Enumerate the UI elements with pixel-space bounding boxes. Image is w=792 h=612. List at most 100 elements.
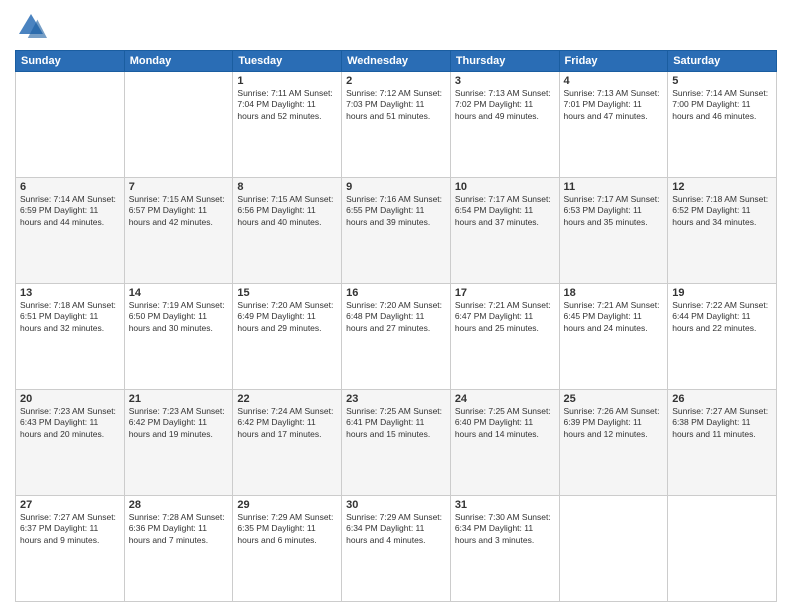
calendar-cell: 8Sunrise: 7:15 AM Sunset: 6:56 PM Daylig…	[233, 178, 342, 284]
cell-info: Sunrise: 7:15 AM Sunset: 6:56 PM Dayligh…	[237, 194, 337, 228]
cell-info: Sunrise: 7:26 AM Sunset: 6:39 PM Dayligh…	[564, 406, 664, 440]
calendar-cell: 22Sunrise: 7:24 AM Sunset: 6:42 PM Dayli…	[233, 390, 342, 496]
calendar-cell: 31Sunrise: 7:30 AM Sunset: 6:34 PM Dayli…	[450, 496, 559, 602]
calendar-week-row: 20Sunrise: 7:23 AM Sunset: 6:43 PM Dayli…	[16, 390, 777, 496]
day-number: 2	[346, 75, 446, 87]
day-number: 29	[237, 499, 337, 511]
cell-info: Sunrise: 7:11 AM Sunset: 7:04 PM Dayligh…	[237, 88, 337, 122]
calendar-cell: 13Sunrise: 7:18 AM Sunset: 6:51 PM Dayli…	[16, 284, 125, 390]
calendar-cell: 19Sunrise: 7:22 AM Sunset: 6:44 PM Dayli…	[668, 284, 777, 390]
day-number: 8	[237, 181, 337, 193]
day-number: 26	[672, 393, 772, 405]
calendar-day-header: Tuesday	[233, 51, 342, 72]
cell-info: Sunrise: 7:20 AM Sunset: 6:49 PM Dayligh…	[237, 300, 337, 334]
day-number: 31	[455, 499, 555, 511]
day-number: 13	[20, 287, 120, 299]
calendar-cell: 2Sunrise: 7:12 AM Sunset: 7:03 PM Daylig…	[342, 72, 451, 178]
day-number: 19	[672, 287, 772, 299]
calendar-cell: 15Sunrise: 7:20 AM Sunset: 6:49 PM Dayli…	[233, 284, 342, 390]
day-number: 30	[346, 499, 446, 511]
logo-icon	[15, 10, 47, 42]
day-number: 17	[455, 287, 555, 299]
calendar-header-row: SundayMondayTuesdayWednesdayThursdayFrid…	[16, 51, 777, 72]
day-number: 27	[20, 499, 120, 511]
cell-info: Sunrise: 7:20 AM Sunset: 6:48 PM Dayligh…	[346, 300, 446, 334]
logo	[15, 10, 51, 42]
cell-info: Sunrise: 7:30 AM Sunset: 6:34 PM Dayligh…	[455, 512, 555, 546]
calendar-cell: 5Sunrise: 7:14 AM Sunset: 7:00 PM Daylig…	[668, 72, 777, 178]
day-number: 9	[346, 181, 446, 193]
calendar-cell: 10Sunrise: 7:17 AM Sunset: 6:54 PM Dayli…	[450, 178, 559, 284]
cell-info: Sunrise: 7:24 AM Sunset: 6:42 PM Dayligh…	[237, 406, 337, 440]
day-number: 22	[237, 393, 337, 405]
calendar-week-row: 27Sunrise: 7:27 AM Sunset: 6:37 PM Dayli…	[16, 496, 777, 602]
cell-info: Sunrise: 7:22 AM Sunset: 6:44 PM Dayligh…	[672, 300, 772, 334]
calendar-week-row: 6Sunrise: 7:14 AM Sunset: 6:59 PM Daylig…	[16, 178, 777, 284]
cell-info: Sunrise: 7:25 AM Sunset: 6:41 PM Dayligh…	[346, 406, 446, 440]
cell-info: Sunrise: 7:13 AM Sunset: 7:02 PM Dayligh…	[455, 88, 555, 122]
cell-info: Sunrise: 7:18 AM Sunset: 6:52 PM Dayligh…	[672, 194, 772, 228]
cell-info: Sunrise: 7:12 AM Sunset: 7:03 PM Dayligh…	[346, 88, 446, 122]
calendar-cell: 26Sunrise: 7:27 AM Sunset: 6:38 PM Dayli…	[668, 390, 777, 496]
cell-info: Sunrise: 7:18 AM Sunset: 6:51 PM Dayligh…	[20, 300, 120, 334]
calendar-cell: 9Sunrise: 7:16 AM Sunset: 6:55 PM Daylig…	[342, 178, 451, 284]
calendar-cell: 21Sunrise: 7:23 AM Sunset: 6:42 PM Dayli…	[124, 390, 233, 496]
page: SundayMondayTuesdayWednesdayThursdayFrid…	[0, 0, 792, 612]
calendar-cell: 23Sunrise: 7:25 AM Sunset: 6:41 PM Dayli…	[342, 390, 451, 496]
cell-info: Sunrise: 7:16 AM Sunset: 6:55 PM Dayligh…	[346, 194, 446, 228]
cell-info: Sunrise: 7:17 AM Sunset: 6:53 PM Dayligh…	[564, 194, 664, 228]
calendar-cell: 20Sunrise: 7:23 AM Sunset: 6:43 PM Dayli…	[16, 390, 125, 496]
calendar-cell	[16, 72, 125, 178]
cell-info: Sunrise: 7:23 AM Sunset: 6:43 PM Dayligh…	[20, 406, 120, 440]
cell-info: Sunrise: 7:14 AM Sunset: 6:59 PM Dayligh…	[20, 194, 120, 228]
calendar-cell: 27Sunrise: 7:27 AM Sunset: 6:37 PM Dayli…	[16, 496, 125, 602]
cell-info: Sunrise: 7:15 AM Sunset: 6:57 PM Dayligh…	[129, 194, 229, 228]
calendar-cell: 28Sunrise: 7:28 AM Sunset: 6:36 PM Dayli…	[124, 496, 233, 602]
calendar-table: SundayMondayTuesdayWednesdayThursdayFrid…	[15, 50, 777, 602]
day-number: 3	[455, 75, 555, 87]
day-number: 5	[672, 75, 772, 87]
calendar-cell: 11Sunrise: 7:17 AM Sunset: 6:53 PM Dayli…	[559, 178, 668, 284]
calendar-day-header: Sunday	[16, 51, 125, 72]
cell-info: Sunrise: 7:13 AM Sunset: 7:01 PM Dayligh…	[564, 88, 664, 122]
cell-info: Sunrise: 7:29 AM Sunset: 6:34 PM Dayligh…	[346, 512, 446, 546]
day-number: 11	[564, 181, 664, 193]
calendar-cell: 12Sunrise: 7:18 AM Sunset: 6:52 PM Dayli…	[668, 178, 777, 284]
header	[15, 10, 777, 42]
day-number: 10	[455, 181, 555, 193]
day-number: 20	[20, 393, 120, 405]
day-number: 23	[346, 393, 446, 405]
cell-info: Sunrise: 7:27 AM Sunset: 6:37 PM Dayligh…	[20, 512, 120, 546]
day-number: 18	[564, 287, 664, 299]
calendar-cell: 14Sunrise: 7:19 AM Sunset: 6:50 PM Dayli…	[124, 284, 233, 390]
calendar-cell: 25Sunrise: 7:26 AM Sunset: 6:39 PM Dayli…	[559, 390, 668, 496]
cell-info: Sunrise: 7:23 AM Sunset: 6:42 PM Dayligh…	[129, 406, 229, 440]
calendar-cell: 17Sunrise: 7:21 AM Sunset: 6:47 PM Dayli…	[450, 284, 559, 390]
cell-info: Sunrise: 7:28 AM Sunset: 6:36 PM Dayligh…	[129, 512, 229, 546]
calendar-week-row: 1Sunrise: 7:11 AM Sunset: 7:04 PM Daylig…	[16, 72, 777, 178]
day-number: 4	[564, 75, 664, 87]
calendar-cell	[668, 496, 777, 602]
calendar-cell: 7Sunrise: 7:15 AM Sunset: 6:57 PM Daylig…	[124, 178, 233, 284]
cell-info: Sunrise: 7:14 AM Sunset: 7:00 PM Dayligh…	[672, 88, 772, 122]
calendar-cell: 24Sunrise: 7:25 AM Sunset: 6:40 PM Dayli…	[450, 390, 559, 496]
calendar-cell: 18Sunrise: 7:21 AM Sunset: 6:45 PM Dayli…	[559, 284, 668, 390]
calendar-cell: 3Sunrise: 7:13 AM Sunset: 7:02 PM Daylig…	[450, 72, 559, 178]
calendar-cell	[559, 496, 668, 602]
calendar-day-header: Wednesday	[342, 51, 451, 72]
day-number: 1	[237, 75, 337, 87]
calendar-day-header: Saturday	[668, 51, 777, 72]
day-number: 28	[129, 499, 229, 511]
calendar-cell: 29Sunrise: 7:29 AM Sunset: 6:35 PM Dayli…	[233, 496, 342, 602]
cell-info: Sunrise: 7:19 AM Sunset: 6:50 PM Dayligh…	[129, 300, 229, 334]
calendar-day-header: Monday	[124, 51, 233, 72]
cell-info: Sunrise: 7:29 AM Sunset: 6:35 PM Dayligh…	[237, 512, 337, 546]
calendar-cell: 4Sunrise: 7:13 AM Sunset: 7:01 PM Daylig…	[559, 72, 668, 178]
calendar-week-row: 13Sunrise: 7:18 AM Sunset: 6:51 PM Dayli…	[16, 284, 777, 390]
day-number: 6	[20, 181, 120, 193]
day-number: 21	[129, 393, 229, 405]
calendar-cell: 6Sunrise: 7:14 AM Sunset: 6:59 PM Daylig…	[16, 178, 125, 284]
day-number: 14	[129, 287, 229, 299]
calendar-day-header: Thursday	[450, 51, 559, 72]
day-number: 16	[346, 287, 446, 299]
